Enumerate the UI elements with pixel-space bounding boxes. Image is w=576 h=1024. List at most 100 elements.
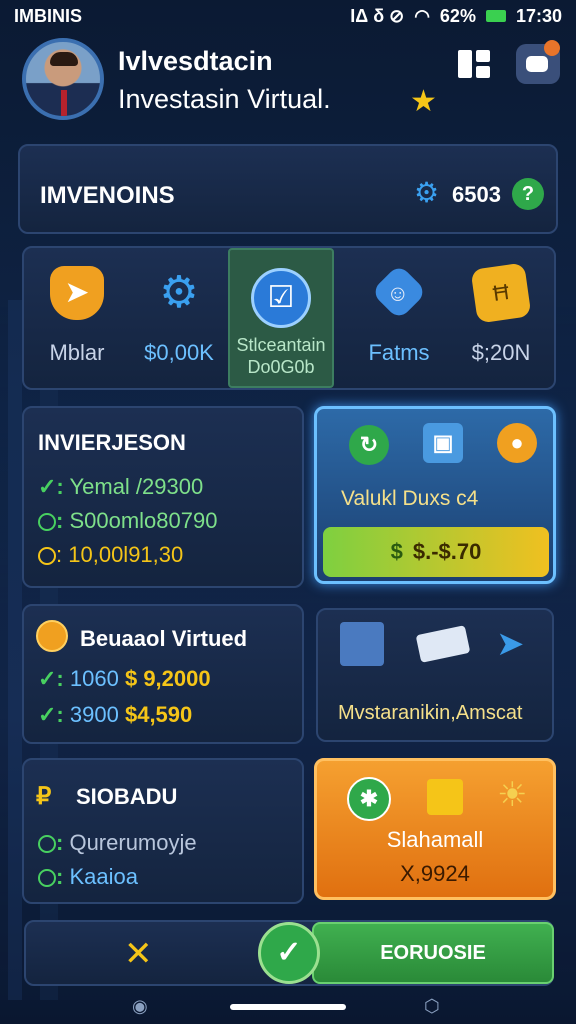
investments-value: 6503: [452, 182, 501, 207]
rewards-card[interactable]: ✱ ☀ Slahamall X,9924: [314, 758, 556, 900]
cash-icon: [415, 625, 471, 663]
battery-icon: [485, 10, 506, 22]
recent-apps-icon[interactable]: ⬡: [424, 996, 440, 1017]
shield-icon: ➤: [50, 266, 104, 320]
investments-label: IMVENOINS: [40, 182, 175, 209]
category-label: $0,00K: [144, 340, 214, 365]
chat-bubble-icon: [526, 56, 548, 72]
category-selected[interactable]: ☑ Stlceantain Do0G0b: [228, 248, 334, 388]
card-title: Slahamall: [386, 827, 484, 852]
row-text: Qurerumoyje: [69, 830, 197, 855]
status-panel: ₽ SIOBADU : Qurerumoyje : Kaaioa: [22, 758, 304, 904]
server-icon: [340, 622, 384, 666]
help-button[interactable]: ?: [512, 178, 544, 210]
buy-amount: $.-$.70: [412, 539, 482, 564]
avatar[interactable]: [22, 38, 104, 120]
status-indicators: ΙΔ δ ⊘: [350, 5, 405, 26]
market-card[interactable]: ➤ Mvstaranikin,Amscat: [316, 608, 554, 742]
list-item: : Kaaioa: [38, 864, 138, 890]
layout-grid-button[interactable]: [458, 48, 494, 80]
clock: 17:30: [515, 5, 562, 26]
row-text: S00omlo80790: [69, 508, 218, 533]
gear-icon: ⚙: [159, 268, 199, 317]
section-title: SIOBADU: [76, 784, 178, 809]
investments-panel: IMVENOINS ⚙ 6503 ?: [18, 144, 558, 234]
row-marker: :: [56, 508, 64, 533]
row-text: Yemal /29300: [69, 474, 204, 499]
circle-icon: [38, 513, 56, 532]
user-badge-icon: ☺: [370, 263, 428, 321]
app-title: Ivlvesdtacin: [118, 46, 273, 76]
check-button[interactable]: ✓: [258, 922, 320, 984]
category-label: Fatms: [368, 340, 430, 365]
grid-icon-cell: [476, 66, 490, 78]
category-label-block: Stlceantain Do0G0b: [230, 334, 332, 378]
row-text: 10,00l91,30: [68, 542, 184, 567]
card-text: Valukl Duxs c4: [341, 487, 479, 510]
star-icon: ★: [410, 85, 437, 118]
row-marker: :: [56, 542, 63, 567]
card-text: Mvstaranikin,Amscat: [338, 702, 523, 724]
grid-icon: [458, 50, 472, 78]
virtual-returns-panel: Beuaaol Virtued ✓: 1060 $ 9,2000 ✓: 3900…: [22, 604, 304, 744]
battery-percent: 62%: [439, 5, 476, 26]
category-sublabel: Do0G0b: [247, 357, 315, 377]
coin-icon: $: [390, 539, 403, 564]
back-nav-icon[interactable]: ◉: [132, 996, 148, 1017]
list-item: : 10,00l91,30: [38, 542, 183, 568]
bottom-action-bar: ✕ EORUOSIE ✓: [24, 920, 554, 986]
circle-icon: [38, 835, 56, 854]
virtual-deal-card[interactable]: ↻ ▣ ● Valukl Duxs c4 $ $.-$.70: [314, 406, 556, 584]
category-label: $;20N: [471, 340, 531, 365]
section-title: INVIERJESON: [38, 430, 186, 455]
avatar-hair: [50, 52, 78, 66]
send-icon: ➤: [496, 625, 525, 663]
confirm-button[interactable]: EORUOSIE: [312, 922, 554, 984]
category-mblar[interactable]: ➤ Mblar: [24, 248, 130, 388]
home-indicator[interactable]: [230, 1004, 346, 1010]
notification-dot: [544, 40, 560, 56]
category-label: Mblar: [49, 340, 105, 365]
row-text: Kaaioa: [69, 864, 138, 889]
grid-icon-cell: [476, 50, 490, 62]
row-marker: :: [56, 830, 64, 855]
check-icon: ✓:: [38, 474, 64, 499]
card-value: X,9924: [400, 861, 470, 886]
tools-icon[interactable]: ✕: [124, 934, 153, 974]
wifi-icon: ◠: [414, 5, 430, 26]
section-title: Beuaaol Virtued: [80, 626, 248, 651]
chest-icon: [427, 779, 463, 815]
avatar-tie: [61, 90, 67, 116]
confirm-label: EORUOSIE: [380, 941, 486, 964]
circle-icon: [38, 869, 56, 888]
category-fatms[interactable]: ☺ Fatms: [346, 248, 452, 388]
row-number: 1060: [69, 666, 119, 691]
investment-summary-panel: INVIERJESON ✓: Yemal /29300 : S00omlo807…: [22, 406, 304, 588]
carrier-label: IMBINIS: [14, 5, 83, 26]
buy-button[interactable]: $ $.-$.70: [323, 527, 549, 577]
list-item: ✓: 1060 $ 9,2000: [38, 666, 211, 692]
list-item: : Qurerumoyje: [38, 830, 197, 856]
list-item: ✓: 3900 $4,590: [38, 702, 192, 728]
list-item: : S00omlo80790: [38, 508, 217, 534]
lightbulb-icon: ●: [497, 423, 537, 463]
box-icon: ▣: [423, 423, 463, 463]
row-amount: $4,590: [124, 702, 193, 727]
refresh-icon: ↻: [349, 425, 389, 465]
category-bar: ➤ Mblar ⚙ $0,00K ☑ Stlceantain Do0G0b ☺ …: [22, 246, 556, 390]
coin-icon: [36, 620, 68, 652]
check-icon: ✓:: [38, 702, 64, 727]
row-amount: $ 9,2000: [124, 666, 211, 691]
row-number: 3900: [69, 702, 119, 727]
app-subtitle: Investasin Virtual.: [118, 84, 331, 114]
check-icon: ✓:: [38, 666, 64, 691]
circle-icon: [38, 547, 56, 566]
row-marker: :: [56, 864, 64, 889]
sun-icon: ☀: [497, 776, 528, 814]
ticket-icon: Ħ: [470, 262, 532, 324]
category-label: Stlceantain: [236, 335, 326, 355]
chat-button[interactable]: [516, 40, 560, 84]
category-value[interactable]: ⚙ $0,00K: [126, 248, 232, 388]
gear-icon: ⚙: [414, 177, 440, 208]
category-ticket[interactable]: Ħ $;20N: [448, 248, 554, 388]
